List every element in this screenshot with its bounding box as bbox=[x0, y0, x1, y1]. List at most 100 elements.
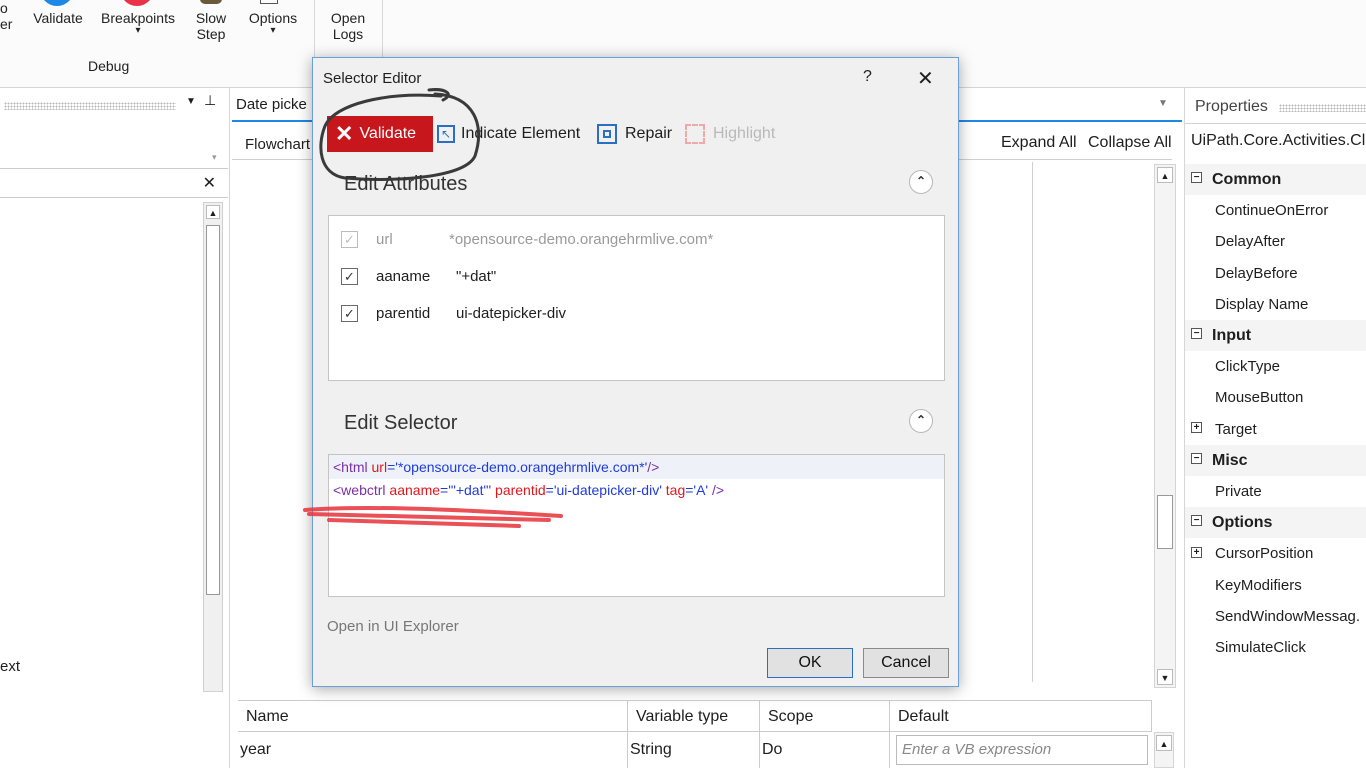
col-name-header[interactable]: Name bbox=[238, 701, 628, 733]
aaname-attr-value[interactable]: "+dat" bbox=[456, 268, 496, 285]
close-icon[interactable]: ✕ bbox=[203, 173, 216, 193]
property-row[interactable]: SendWindowMessag. bbox=[1185, 601, 1366, 632]
open-in-ui-explorer-link[interactable]: Open in UI Explorer bbox=[327, 618, 459, 635]
activity-type-name: UiPath.Core.Activities.Clic bbox=[1191, 132, 1366, 149]
property-row[interactable]: Private bbox=[1185, 476, 1366, 507]
prev-ribbon-button[interactable]: o er bbox=[0, 0, 20, 32]
expand-all-link[interactable]: Expand All bbox=[1001, 134, 1077, 152]
property-row[interactable]: DelayBefore bbox=[1185, 258, 1366, 289]
property-row[interactable]: + Target bbox=[1185, 414, 1366, 445]
property-row[interactable]: DelayAfter bbox=[1185, 226, 1366, 257]
col-scope-header[interactable]: Scope bbox=[760, 701, 890, 733]
attributes-panel: ✓ url *opensource-demo.orangehrmlive.com… bbox=[328, 215, 945, 381]
property-label: Private bbox=[1215, 483, 1262, 500]
collapse-selector-button[interactable]: ⌃ bbox=[909, 409, 933, 433]
parentid-attr-name: parentid bbox=[376, 305, 431, 322]
parentid-attr-value[interactable]: ui-datepicker-div bbox=[456, 305, 566, 322]
ok-button[interactable]: OK bbox=[767, 648, 853, 678]
scroll-up-icon[interactable]: ▲ bbox=[1157, 167, 1173, 183]
scroll-up-icon[interactable]: ▲ bbox=[1156, 735, 1172, 751]
options-ribbon-button[interactable]: Options ▾ bbox=[242, 10, 304, 36]
cancel-button[interactable]: Cancel bbox=[863, 648, 949, 678]
property-row[interactable]: ClickType bbox=[1185, 351, 1366, 382]
selector-editor-dialog: Selector Editor ? ✕ ✕ Validate ↖ Indicate … bbox=[303, 57, 959, 687]
highlight-label: Highlight bbox=[713, 125, 776, 142]
url-attr-value: *opensource-demo.orangehrmlive.com* bbox=[449, 231, 714, 248]
property-category[interactable]: − Options bbox=[1185, 507, 1366, 539]
property-category[interactable]: − Misc bbox=[1185, 444, 1366, 476]
options-ribbon-label: Options bbox=[248, 10, 298, 26]
property-label: Input bbox=[1212, 327, 1252, 344]
property-row[interactable]: Display Name bbox=[1185, 289, 1366, 320]
open-logs-ribbon-button[interactable]: Open Logs bbox=[324, 10, 372, 42]
aaname-attr-name: aaname bbox=[376, 268, 431, 285]
property-row[interactable]: SimulateClick bbox=[1185, 632, 1366, 663]
url-checkbox[interactable]: ✓ bbox=[341, 231, 358, 248]
var-name-cell[interactable]: year bbox=[238, 732, 628, 768]
collapse-all-link[interactable]: Collapse All bbox=[1088, 134, 1172, 152]
annotation-circle bbox=[319, 88, 481, 181]
property-row[interactable]: KeyModifiers bbox=[1185, 570, 1366, 601]
collapse-icon[interactable]: − bbox=[1191, 453, 1202, 465]
slow-step-label-1: Slow bbox=[195, 10, 227, 26]
table-row[interactable]: year String Do Enter a VB expression bbox=[238, 732, 1152, 768]
highlight-button[interactable]: Highlight bbox=[685, 116, 775, 152]
slow-step-ribbon-button[interactable]: Slow Step bbox=[190, 10, 232, 42]
collapse-icon[interactable]: − bbox=[1191, 328, 1202, 340]
repair-button[interactable]: Repair bbox=[597, 116, 672, 152]
highlight-icon bbox=[685, 123, 705, 144]
default-expression-input[interactable]: Enter a VB expression bbox=[896, 735, 1148, 765]
chevron-down-icon[interactable]: ▼ bbox=[186, 96, 196, 107]
scroll-up-icon[interactable]: ▲ bbox=[206, 205, 220, 219]
close-button[interactable]: ✕ bbox=[917, 66, 934, 91]
property-label: Misc bbox=[1212, 451, 1248, 469]
expand-icon[interactable]: + bbox=[1191, 546, 1202, 558]
parentid-checkbox[interactable]: ✓ bbox=[341, 305, 358, 322]
designer-scrollbar[interactable]: ▲ ▼ bbox=[1154, 164, 1176, 688]
dialog-title: Selector Editor bbox=[323, 70, 422, 87]
scroll-down-icon[interactable]: ▼ bbox=[1157, 669, 1173, 685]
breakpoints-ribbon-button[interactable]: Breakpoints ▾ bbox=[96, 10, 180, 36]
chevron-down-icon: ▾ bbox=[270, 25, 276, 36]
selector-line-1: <html url='*opensource-demo.orangehrmliv… bbox=[333, 459, 660, 475]
validate-ribbon-button[interactable]: Validate bbox=[30, 10, 86, 26]
property-row[interactable]: + CursorPosition bbox=[1185, 538, 1366, 569]
edit-selector-title: Edit Selector bbox=[344, 412, 458, 434]
collapse-icon[interactable]: − bbox=[1191, 172, 1202, 184]
property-category[interactable]: − Common bbox=[1185, 164, 1366, 195]
var-type-cell[interactable]: String bbox=[628, 732, 760, 768]
chevron-down-icon[interactable]: ▼ bbox=[1158, 98, 1168, 109]
debug-group-label: Debug bbox=[88, 58, 130, 74]
property-label: MouseButton bbox=[1215, 389, 1304, 407]
var-scope-cell[interactable]: Do bbox=[760, 732, 890, 768]
repair-label: Repair bbox=[625, 125, 673, 142]
breadcrumb[interactable]: Flowchart bbox=[245, 136, 310, 153]
options-icon bbox=[260, 0, 278, 4]
property-label: DelayBefore bbox=[1215, 264, 1298, 282]
variables-scrollbar[interactable]: ▲ bbox=[1154, 732, 1174, 768]
property-label: DelayAfter bbox=[1215, 233, 1286, 251]
repair-icon bbox=[597, 123, 617, 144]
property-label: KeyModifiers bbox=[1215, 576, 1302, 594]
left-scrollbar[interactable]: ▲ bbox=[203, 202, 223, 692]
col-default-header[interactable]: Default bbox=[890, 701, 1152, 733]
breakpoints-ribbon-label: Breakpoints bbox=[101, 10, 175, 26]
slow-step-label-2: Step bbox=[196, 26, 226, 42]
col-type-header[interactable]: Variable type bbox=[628, 701, 760, 733]
property-row[interactable]: MouseButton bbox=[1185, 382, 1366, 413]
property-label: SimulateClick bbox=[1215, 639, 1306, 656]
property-category[interactable]: − Input bbox=[1185, 320, 1366, 351]
left-panel: ▼ ⊥ ▾ ✕ ▲ ext bbox=[0, 88, 230, 768]
property-label: ContinueOnError bbox=[1215, 202, 1329, 220]
collapse-icon[interactable]: − bbox=[1191, 515, 1202, 527]
pin-icon[interactable]: ⊥ bbox=[204, 92, 216, 109]
property-row[interactable]: ContinueOnError bbox=[1185, 195, 1366, 226]
help-button[interactable]: ? bbox=[863, 68, 872, 86]
expand-icon[interactable]: + bbox=[1191, 422, 1202, 434]
search-box[interactable]: ✕ bbox=[0, 168, 228, 198]
tab-date-picker[interactable]: Date picke bbox=[236, 96, 307, 113]
scroll-thumb[interactable] bbox=[1157, 495, 1173, 549]
scroll-thumb[interactable] bbox=[206, 225, 220, 595]
collapse-attributes-button[interactable]: ⌃ bbox=[909, 170, 933, 194]
aaname-checkbox[interactable]: ✓ bbox=[341, 268, 358, 285]
